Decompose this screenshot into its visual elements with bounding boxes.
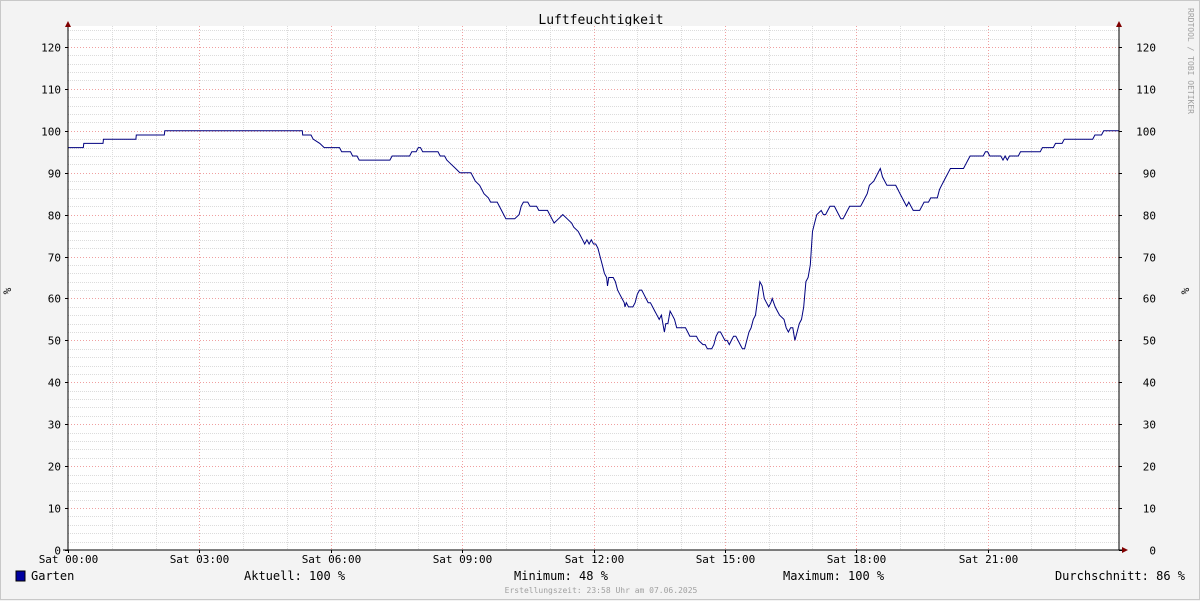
y-axis-right-arrow — [1116, 21, 1122, 27]
x-tick-label: Sat 09:00 — [433, 553, 493, 566]
creation-timestamp: Erstellungszeit: 23:58 Uhr am 07.06.2025 — [505, 586, 698, 595]
y-tick-label-right: 20 — [1143, 461, 1156, 474]
y-tick-label-left: 70 — [48, 252, 61, 265]
y-tick-label-right: 80 — [1143, 210, 1156, 223]
y-tick-label-left: 60 — [48, 293, 61, 306]
x-axis-arrow — [1122, 547, 1128, 553]
plot-area — [68, 26, 1119, 550]
y-tick-label-left: 100 — [41, 126, 61, 139]
y-tick-label-right: 120 — [1136, 42, 1156, 55]
y-tick-label-right: 70 — [1143, 252, 1156, 265]
x-tick-label: Sat 15:00 — [696, 553, 756, 566]
y-tick-label-right: 110 — [1136, 84, 1156, 97]
legend: Garten Aktuell: 100 % Minimum: 48 % Maxi… — [15, 569, 1186, 583]
x-tick-label: Sat 12:00 — [565, 553, 625, 566]
x-tick-label: Sat 21:00 — [959, 553, 1019, 566]
x-axis-ticks: Sat 00:00 Sat 03:00 Sat 06:00 Sat 09:00 Sat … — [39, 550, 1019, 566]
y-tick-label-right: 30 — [1143, 419, 1156, 432]
legend-minimum: Minimum: 48 % — [514, 569, 609, 583]
rrdtool-watermark: RRDTOOL / TOBI OETIKER — [1186, 8, 1195, 114]
legend-maximum: Maximum: 100 % — [783, 569, 885, 583]
y-tick-label-right: 90 — [1143, 168, 1156, 181]
legend-average: Durchschnitt: 86 % — [1055, 569, 1186, 583]
y-tick-label-left: 80 — [48, 210, 61, 223]
y-axis-left-arrow — [65, 21, 71, 27]
y-tick-label-left: 90 — [48, 168, 61, 181]
y-tick-label-right: 50 — [1143, 335, 1156, 348]
y-tick-label-right: 0 — [1149, 545, 1156, 558]
chart-title: Luftfeuchtigkeit — [538, 13, 663, 28]
y-tick-label-right: 100 — [1136, 126, 1156, 139]
legend-swatch-garten — [15, 570, 26, 582]
x-tick-label: Sat 18:00 — [827, 553, 887, 566]
y-tick-label-left: 120 — [41, 42, 61, 55]
y-tick-label-right: 40 — [1143, 377, 1156, 390]
y-tick-label-left: 10 — [48, 503, 61, 516]
y-tick-label-right: 10 — [1143, 503, 1156, 516]
y-tick-label-left: 50 — [48, 335, 61, 348]
humidity-chart: Luftfeuchtigkeit RRDTOOL / TOBI OETIKER … — [1, 8, 1195, 595]
graph-frame: Luftfeuchtigkeit RRDTOOL / TOBI OETIKER … — [0, 0, 1200, 600]
y-axis-right-ticks: 0 10 20 30 40 50 60 70 80 90 100 110 120 — [1119, 42, 1156, 558]
y-axis-left-label: % — [1, 287, 14, 294]
y-tick-label-right: 60 — [1143, 293, 1156, 306]
y-tick-label-left: 110 — [41, 84, 61, 97]
y-tick-label-left: 20 — [48, 461, 61, 474]
x-tick-label: Sat 00:00 — [39, 553, 99, 566]
x-tick-label: Sat 03:00 — [170, 553, 230, 566]
y-tick-label-left: 40 — [48, 377, 61, 390]
x-tick-label: Sat 06:00 — [302, 553, 362, 566]
y-axis-left-ticks: 0102030405060708090100110120 — [41, 42, 68, 558]
y-axis-right-label: % — [1179, 287, 1192, 294]
y-tick-label-left: 30 — [48, 419, 61, 432]
legend-current: Aktuell: 100 % — [244, 569, 346, 583]
legend-series-name: Garten — [31, 569, 74, 583]
